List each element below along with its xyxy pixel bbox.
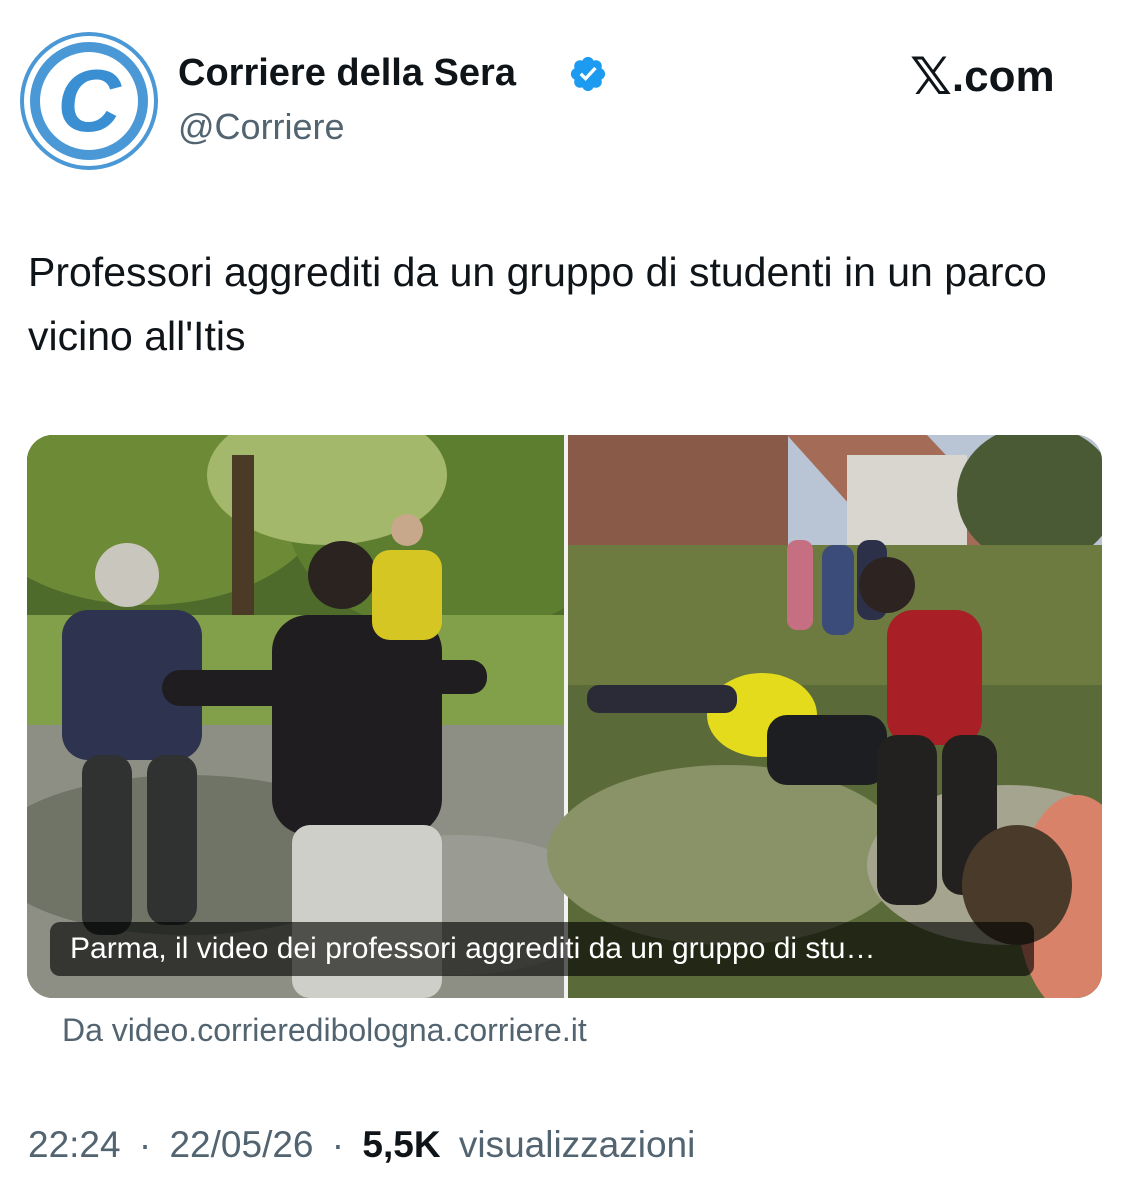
video-caption-text: Parma, il video dei professori aggrediti… [70,932,876,965]
tweet-metadata: 22:24 · 22/05/26 · 5,5K visualizzazioni [28,1124,695,1166]
x-logo-icon: 𝕏 [910,47,952,107]
tweet-date[interactable]: 22/05/26 [169,1124,313,1166]
video-caption-overlay: Parma, il video dei professori aggrediti… [50,922,1034,976]
tweet-text: Professori aggrediti da un gruppo di stu… [28,249,1047,359]
video-frames-illustration [27,435,1102,998]
views-label: visualizzazioni [458,1124,696,1165]
tweet-time[interactable]: 22:24 [28,1124,121,1166]
verified-badge-icon [570,56,606,92]
meta-separator: · [331,1124,345,1165]
avatar-inner: C [40,52,138,150]
views-count: 5,5K [362,1124,441,1165]
link-source[interactable]: Da video.corrieredibologna.corriere.it [62,1012,587,1049]
meta-separator: · [138,1124,152,1165]
avatar[interactable]: C [24,36,154,166]
author-handle[interactable]: @Corriere [178,106,345,148]
avatar-logo-letter: C [57,51,121,150]
author-name[interactable]: Corriere della Sera [178,52,516,95]
tweet-header: C Corriere della Sera @Corriere 𝕏 .com [0,0,1130,180]
x-logo-suffix: .com [951,52,1055,101]
x-com-logo: 𝕏 .com [910,50,1055,104]
video-thumbnail[interactable] [27,435,1102,998]
